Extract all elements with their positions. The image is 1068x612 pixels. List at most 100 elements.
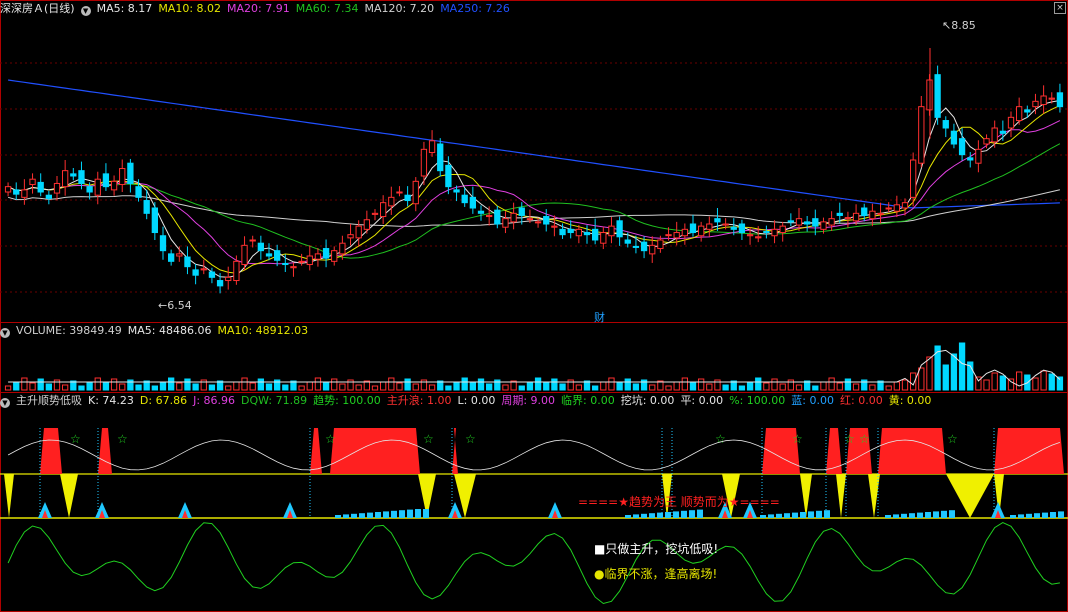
candle-body bbox=[371, 212, 379, 215]
candle-body bbox=[208, 271, 216, 278]
star-marker: ☆ bbox=[859, 432, 870, 446]
indicator-value-9: 临界: 0.00 bbox=[561, 394, 615, 407]
step-bar bbox=[925, 512, 931, 518]
volume-bar bbox=[306, 381, 313, 391]
candle-body bbox=[404, 194, 411, 202]
volume-bar bbox=[1007, 378, 1015, 391]
main-wave-block bbox=[310, 428, 322, 474]
indicator-value-3: J: 86.96 bbox=[193, 394, 236, 407]
volume-bar bbox=[869, 384, 876, 391]
volume-bar bbox=[779, 383, 786, 391]
candle-body bbox=[975, 148, 982, 164]
candle-body bbox=[437, 143, 444, 172]
main-wave-block bbox=[452, 428, 458, 474]
indicator-value-13: 蓝: 0.00 bbox=[791, 394, 834, 407]
volume-bar bbox=[575, 384, 582, 391]
collapse-icon[interactable]: ▼ bbox=[0, 328, 10, 338]
legend-line-2: ●临界不涨，逢高离场! bbox=[594, 567, 718, 581]
volume-bar bbox=[412, 383, 419, 391]
candle-body bbox=[624, 239, 631, 244]
step-bar bbox=[949, 510, 955, 518]
step-bar bbox=[917, 512, 923, 518]
candle-body bbox=[428, 140, 436, 154]
volume-bar bbox=[192, 383, 199, 391]
candle-body bbox=[314, 253, 322, 260]
step-bar bbox=[351, 513, 357, 518]
candle-body bbox=[673, 232, 680, 239]
step-bar bbox=[625, 515, 631, 518]
volume-bar bbox=[502, 384, 509, 391]
candle-body bbox=[257, 242, 264, 252]
candle-body bbox=[265, 253, 273, 257]
candle-body bbox=[836, 212, 843, 216]
candle-body bbox=[53, 182, 61, 194]
volume-value-2: MA10: 48912.03 bbox=[217, 324, 309, 337]
candle-body bbox=[322, 248, 330, 259]
step-bar bbox=[800, 512, 806, 518]
volume-bar bbox=[844, 378, 852, 391]
candle-body bbox=[665, 234, 672, 237]
main-wave-block bbox=[878, 428, 946, 474]
volume-bar bbox=[795, 384, 803, 391]
ma-value-4: MA120: 7.20 bbox=[364, 2, 435, 15]
event-marker[interactable]: 财 bbox=[594, 309, 605, 325]
volume-bar bbox=[119, 383, 126, 391]
candle-body bbox=[453, 189, 460, 193]
candle-body bbox=[143, 200, 150, 214]
volume-bar bbox=[21, 377, 28, 391]
star-marker: ☆ bbox=[325, 432, 336, 446]
step-bar bbox=[808, 511, 814, 518]
volume-bar bbox=[942, 364, 949, 391]
candle-body bbox=[151, 207, 158, 234]
main-wave-block bbox=[40, 428, 62, 474]
step-bar bbox=[423, 509, 429, 518]
volume-bar bbox=[706, 383, 713, 391]
volume-bar bbox=[934, 345, 941, 391]
candle-body bbox=[477, 210, 485, 214]
high-price-label: ↖8.85 bbox=[942, 19, 976, 32]
step-bar bbox=[1018, 514, 1024, 518]
step-bar bbox=[633, 514, 639, 518]
volume-bar bbox=[836, 382, 843, 391]
candle-body bbox=[526, 218, 534, 221]
step-bar bbox=[415, 509, 421, 518]
ma250-line bbox=[8, 79, 1060, 209]
volume-bar bbox=[534, 377, 542, 391]
candle-body bbox=[910, 159, 917, 198]
candle-body bbox=[216, 280, 224, 287]
indicator-value-11: 平: 0.00 bbox=[680, 394, 724, 407]
candle-body bbox=[4, 186, 12, 193]
volume-bar bbox=[233, 381, 240, 391]
collapse-icon[interactable]: ▼ bbox=[80, 6, 91, 16]
volume-bar bbox=[282, 384, 289, 391]
volume-bar bbox=[265, 383, 273, 391]
volume-bar bbox=[29, 382, 36, 391]
volume-bar bbox=[812, 385, 819, 391]
volume-bar bbox=[45, 383, 52, 391]
candle-body bbox=[78, 170, 85, 184]
candle-body bbox=[159, 235, 167, 252]
dip-triangle bbox=[868, 474, 880, 518]
candle-body bbox=[233, 260, 240, 282]
candle-body bbox=[388, 196, 395, 207]
indicator-value-1: K: 74.23 bbox=[88, 394, 134, 407]
close-icon[interactable]: × bbox=[1054, 2, 1066, 14]
volume-bar bbox=[428, 384, 436, 391]
volume-bar bbox=[918, 367, 925, 391]
indicator-value-6: 主升浪: 1.00 bbox=[386, 394, 452, 407]
candle-body bbox=[412, 180, 419, 205]
candle-body bbox=[575, 228, 582, 237]
collapse-icon[interactable]: ▼ bbox=[0, 398, 10, 408]
volume-bar bbox=[388, 377, 395, 391]
candle-body bbox=[698, 225, 705, 237]
candle-body bbox=[86, 186, 93, 193]
volume-bar bbox=[771, 378, 778, 391]
volume-bar bbox=[257, 378, 264, 391]
indicator-header: ▼ 主升顺势低吸 K: 74.23 D: 67.86 J: 86.96 DQW: 71.8… bbox=[0, 394, 943, 408]
volume-bar bbox=[885, 385, 892, 391]
candle-body bbox=[306, 255, 313, 266]
step-bar bbox=[641, 513, 647, 518]
candle-body bbox=[1016, 106, 1023, 122]
step-bar bbox=[1034, 513, 1040, 518]
step-bar bbox=[909, 513, 915, 518]
